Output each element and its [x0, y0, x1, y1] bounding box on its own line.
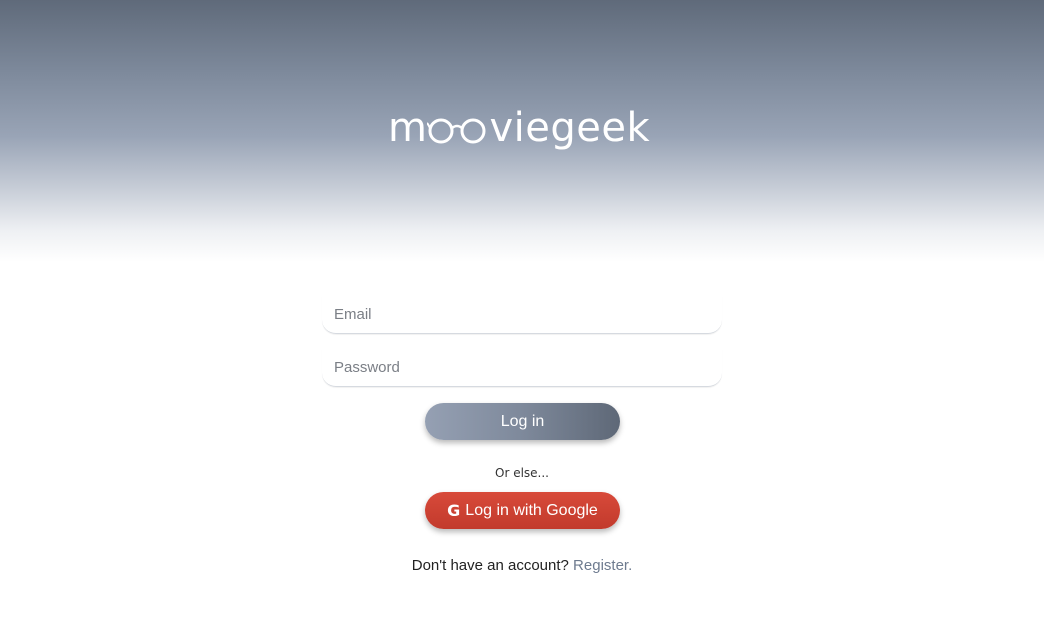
separator-text: Or else... — [495, 466, 549, 480]
register-prompt-text: Don't have an account? — [411, 557, 574, 574]
logo-text-suffix: viegeek — [489, 105, 651, 151]
glasses-icon — [426, 106, 489, 150]
email-field[interactable] — [322, 296, 722, 334]
google-g-icon: G — [447, 501, 461, 520]
password-field[interactable] — [322, 349, 722, 387]
google-login-label: Log in with Google — [465, 501, 598, 519]
email-field-wrapper — [322, 296, 722, 334]
register-prompt: Don't have an account? Register. — [0, 557, 1044, 574]
google-login-button[interactable]: G Log in with Google — [425, 492, 620, 529]
register-trailing: . — [628, 557, 633, 574]
login-button-label: Log in — [500, 412, 545, 430]
login-button[interactable]: Log in — [425, 403, 620, 440]
login-form — [322, 296, 722, 402]
brand-logo: m viegeek — [388, 106, 658, 154]
register-link[interactable]: Register — [573, 557, 628, 574]
password-field-wrapper — [322, 349, 722, 387]
login-page: m viegeek Log in Or else... G Log in wit… — [0, 0, 1044, 637]
logo-text-prefix: m — [388, 105, 428, 151]
